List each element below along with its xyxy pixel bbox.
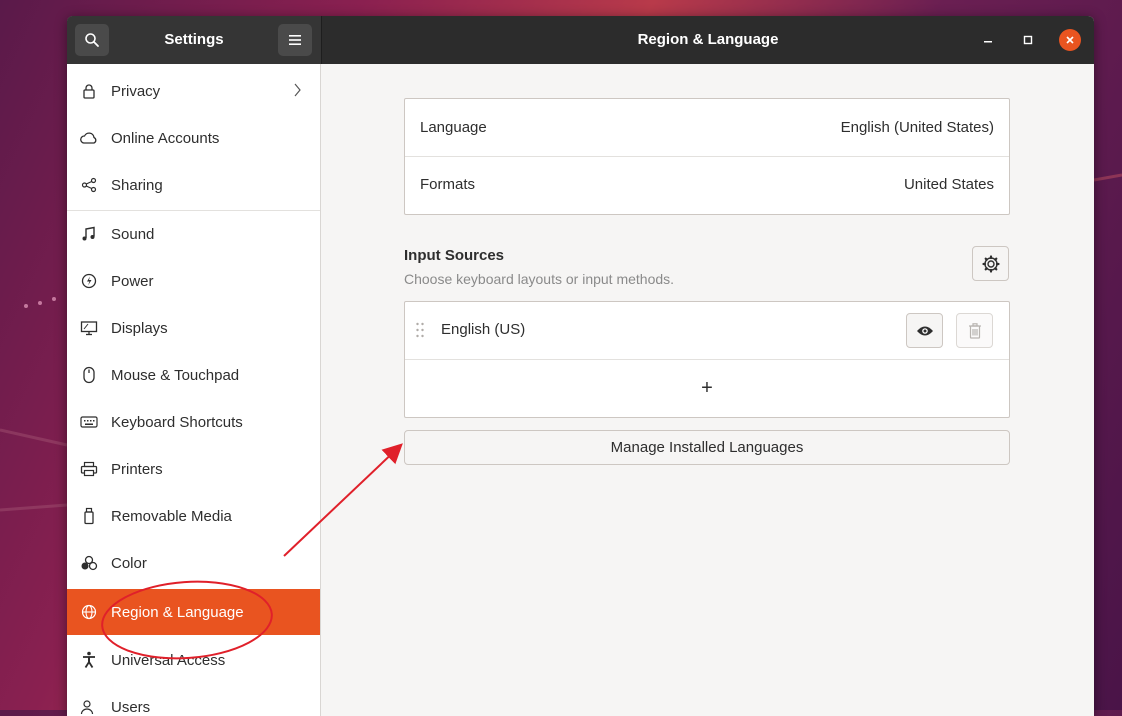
add-input-source-button[interactable]: + <box>405 360 1009 417</box>
removable-media-icon <box>79 506 99 526</box>
sidebar: Privacy Online Accounts Sharing Sound Po… <box>67 64 321 716</box>
close-button[interactable] <box>1059 29 1081 51</box>
search-icon <box>85 33 99 47</box>
trash-icon <box>968 322 981 339</box>
sidebar-item-label: Displays <box>111 319 168 337</box>
users-icon <box>79 697 99 716</box>
minimize-button[interactable] <box>977 29 999 51</box>
keyboard-icon <box>79 412 99 432</box>
cloud-icon <box>79 128 99 148</box>
formats-row[interactable]: Formats United States <box>405 157 1009 214</box>
language-label: Language <box>420 119 487 136</box>
preview-layout-button[interactable] <box>906 313 943 348</box>
sidebar-item-privacy[interactable]: Privacy <box>67 68 320 114</box>
minimize-icon <box>984 41 992 43</box>
sidebar-item-mouse-touchpad[interactable]: Mouse & Touchpad <box>67 352 320 398</box>
color-icon <box>79 553 99 573</box>
sidebar-item-label: Online Accounts <box>111 129 220 147</box>
input-sources-card: English (US) + <box>404 301 1010 418</box>
sidebar-item-sharing[interactable]: Sharing <box>67 162 320 208</box>
hamburger-icon <box>289 35 301 45</box>
input-sources-subtitle: Choose keyboard layouts or input methods… <box>404 271 675 287</box>
sidebar-item-printers[interactable]: Printers <box>67 446 320 492</box>
sidebar-item-region-language[interactable]: Region & Language <box>67 589 320 635</box>
settings-window: Settings Region & Language Privacy Onlin… <box>67 16 1094 716</box>
manage-installed-languages-button[interactable]: Manage Installed Languages <box>404 430 1010 465</box>
input-source-row[interactable]: English (US) <box>405 302 1009 359</box>
sidebar-item-power[interactable]: Power <box>67 258 320 304</box>
eye-icon <box>916 326 933 335</box>
sidebar-item-displays[interactable]: Displays <box>67 305 320 351</box>
sidebar-item-keyboard-shortcuts[interactable]: Keyboard Shortcuts <box>67 399 320 445</box>
input-sources-title: Input Sources <box>404 247 505 264</box>
main-content: Language English (United States) Formats… <box>321 64 1094 716</box>
remove-source-button[interactable] <box>956 313 993 348</box>
sidebar-item-label: Mouse & Touchpad <box>111 366 240 384</box>
sidebar-item-removable-media[interactable]: Removable Media <box>67 493 320 539</box>
maximize-button[interactable] <box>1017 29 1039 51</box>
language-row[interactable]: Language English (United States) <box>405 99 1009 156</box>
sidebar-item-label: Region & Language <box>111 603 244 621</box>
sidebar-item-label: Sound <box>111 225 155 243</box>
printer-icon <box>79 459 99 479</box>
sidebar-item-label: Printers <box>111 460 163 478</box>
sidebar-item-label: Color <box>111 554 147 572</box>
title-bar: Settings Region & Language <box>67 16 1094 64</box>
share-icon <box>79 175 99 195</box>
sidebar-item-label: Users <box>111 698 151 716</box>
menu-button[interactable] <box>278 24 312 56</box>
power-icon <box>79 271 99 291</box>
display-icon <box>79 318 99 338</box>
sidebar-item-label: Privacy <box>111 82 161 100</box>
drag-handle-icon[interactable] <box>415 322 425 338</box>
sidebar-item-universal-access[interactable]: Universal Access <box>67 637 320 683</box>
lock-icon <box>79 81 99 101</box>
input-settings-button[interactable] <box>972 246 1009 281</box>
accessibility-icon <box>79 650 99 670</box>
formats-value: United States <box>903 176 994 193</box>
mouse-icon <box>79 365 99 385</box>
sidebar-item-online-accounts[interactable]: Online Accounts <box>67 115 320 161</box>
language-formats-card: Language English (United States) Formats… <box>404 98 1010 215</box>
sidebar-item-label: Keyboard Shortcuts <box>111 413 243 431</box>
input-source-label: English (US) <box>441 321 526 338</box>
search-button[interactable] <box>75 24 109 56</box>
language-value: English (United States) <box>840 119 994 136</box>
sidebar-item-label: Universal Access <box>111 651 226 669</box>
gear-icon <box>981 254 1000 273</box>
close-icon <box>1066 36 1074 44</box>
sidebar-item-users[interactable]: Users <box>67 684 320 716</box>
sidebar-item-color[interactable]: Color <box>67 540 320 586</box>
sidebar-item-sound[interactable]: Sound <box>67 211 320 257</box>
chevron-right-icon <box>294 83 301 97</box>
globe-icon <box>79 602 99 622</box>
music-note-icon <box>79 224 99 244</box>
sidebar-item-label: Power <box>111 272 154 290</box>
maximize-icon <box>1023 35 1033 45</box>
formats-label: Formats <box>420 176 476 193</box>
sidebar-item-label: Sharing <box>111 176 163 194</box>
sidebar-item-label: Removable Media <box>111 507 232 525</box>
